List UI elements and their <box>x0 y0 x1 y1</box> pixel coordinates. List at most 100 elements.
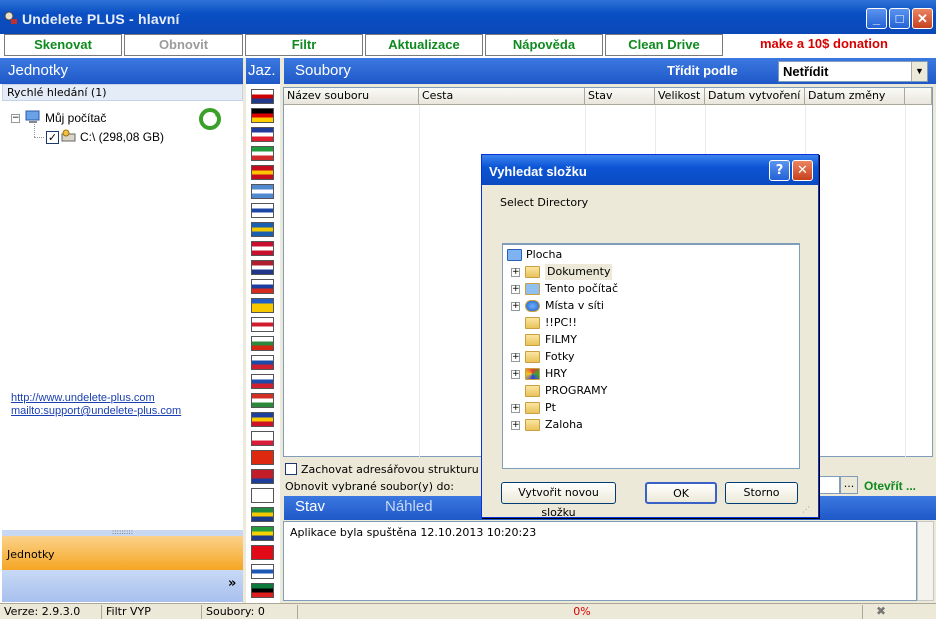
tree-drive-c[interactable]: C:\ (298,08 GB) <box>80 130 164 144</box>
quick-search-tab[interactable]: Rychlé hledání (1) <box>2 84 243 101</box>
tree-item[interactable]: Dokumenty <box>545 264 613 280</box>
drive-checkbox[interactable]: ✓ <box>46 131 59 144</box>
flag-jp-icon[interactable] <box>251 488 274 503</box>
filter-button[interactable]: Filtr <box>245 34 363 56</box>
log-scrollbar[interactable] <box>917 521 934 601</box>
scan-button[interactable]: Skenovat <box>4 34 122 56</box>
tree-my-computer[interactable]: Můj počítač <box>45 111 106 125</box>
resize-grip-icon[interactable]: ⋰ <box>802 505 814 517</box>
tree-item[interactable]: Fotky <box>545 349 574 365</box>
nav-drives-button[interactable]: Jednotky <box>2 536 243 570</box>
sort-select-value: Netřídit <box>783 64 829 79</box>
nav-expand-bar[interactable]: » <box>2 570 243 602</box>
flag-ru-icon[interactable] <box>251 279 274 294</box>
sort-select[interactable]: Netřídit ▼ <box>778 61 928 82</box>
update-button[interactable]: Aktualizace <box>365 34 483 56</box>
language-header: Jaz. <box>246 58 280 84</box>
column-header-path[interactable]: Cesta <box>419 88 585 105</box>
flag-nl-icon[interactable] <box>251 260 274 275</box>
keep-structure-label: Zachovat adresářovou strukturu <box>301 463 479 476</box>
version-label: Verze: 2.9.3.0 <box>0 605 102 619</box>
chevron-double-down-icon[interactable]: » <box>228 576 236 591</box>
flag-fi-icon[interactable] <box>251 203 274 218</box>
refresh-drives-icon[interactable] <box>198 107 222 131</box>
restore-to-label: Obnovit vybrané soubor(y) do: <box>285 480 454 493</box>
tree-item[interactable]: Zaloha <box>545 417 583 433</box>
tree-item[interactable]: PROGRAMY <box>545 383 607 399</box>
flag-za-icon[interactable] <box>251 507 274 522</box>
tree-item[interactable]: Tento počítač <box>545 281 618 297</box>
flag-se-icon[interactable] <box>251 222 274 237</box>
website-link[interactable]: http://www.undelete-plus.com <box>11 392 155 404</box>
flag-bg-icon[interactable] <box>251 336 274 351</box>
stop-icon[interactable]: ✖ <box>873 604 889 618</box>
tree-expand-toggle[interactable]: + <box>511 353 520 362</box>
flag-il-icon[interactable] <box>251 564 274 579</box>
flag-gr-icon[interactable] <box>251 184 274 199</box>
tree-item[interactable]: FILMY <box>545 332 577 348</box>
flag-ro-icon[interactable] <box>251 412 274 427</box>
flag-cz2-icon[interactable] <box>251 317 274 332</box>
flag-de-icon[interactable] <box>251 108 274 123</box>
tree-item[interactable]: Plocha <box>526 247 562 263</box>
chevron-down-icon[interactable]: ▼ <box>911 62 927 81</box>
column-header-created[interactable]: Datum vytvoření <box>705 88 805 105</box>
donation-link[interactable]: make a 10$ donation <box>760 36 888 51</box>
restore-button[interactable]: Obnovit <box>124 34 243 56</box>
tab-status[interactable]: Stav <box>295 498 325 515</box>
flag-pl-icon[interactable] <box>251 431 274 446</box>
tree-item[interactable]: Pt <box>545 400 556 416</box>
tree-item[interactable]: !!PC!! <box>545 315 577 331</box>
tree-item[interactable]: HRY <box>545 366 567 382</box>
tree-expand-toggle[interactable]: + <box>511 404 520 413</box>
flag-dk-icon[interactable] <box>251 241 274 256</box>
tree-expand-toggle[interactable]: + <box>511 285 520 294</box>
support-email-link[interactable]: mailto:support@undelete-plus.com <box>11 405 181 417</box>
column-header-name[interactable]: Název souboru <box>284 88 419 105</box>
open-button[interactable]: Otevřít ... <box>864 479 916 493</box>
log-box: Aplikace byla spuštěna 12.10.2013 10:20:… <box>283 521 917 601</box>
browse-button[interactable]: ... <box>840 476 858 494</box>
column-header-size[interactable]: Velikost <box>655 88 705 105</box>
column-header-modified[interactable]: Datum změny <box>805 88 905 105</box>
tab-preview[interactable]: Náhled <box>385 496 433 518</box>
flag-us-icon[interactable] <box>251 89 274 104</box>
cancel-button[interactable]: Storno <box>725 482 798 504</box>
flag-hu-icon[interactable] <box>251 393 274 408</box>
flag-sk-icon[interactable] <box>251 374 274 389</box>
dialog-close-button[interactable]: ✕ <box>792 160 813 181</box>
restore-path-input[interactable] <box>818 476 840 494</box>
flag-es-icon[interactable] <box>251 165 274 180</box>
log-line: Aplikace byla spuštěna 12.10.2013 10:20:… <box>290 526 537 539</box>
flag-ps-icon[interactable] <box>251 583 274 598</box>
maximize-button[interactable]: □ <box>889 8 910 29</box>
flag-tw-icon[interactable] <box>251 469 274 484</box>
tree-collapse-toggle[interactable]: − <box>11 114 20 123</box>
grid-line <box>905 105 906 457</box>
title-bar: Undelete PLUS - hlavní _ □ ✕ <box>0 0 936 34</box>
ok-button[interactable]: OK <box>645 482 717 504</box>
keep-structure-checkbox[interactable] <box>285 463 297 475</box>
flag-tr-icon[interactable] <box>251 545 274 560</box>
tree-expand-toggle[interactable]: + <box>511 421 520 430</box>
tree-expand-toggle[interactable]: + <box>511 370 520 379</box>
flag-ua-icon[interactable] <box>251 298 274 313</box>
tree-expand-toggle[interactable]: + <box>511 302 520 311</box>
flag-fr-icon[interactable] <box>251 127 274 142</box>
clean-drive-button[interactable]: Clean Drive <box>605 34 723 56</box>
new-folder-button[interactable]: Vytvořit novou složku <box>501 482 616 519</box>
dialog-title-bar: Vyhledat složku <box>482 155 818 185</box>
close-button[interactable]: ✕ <box>912 8 933 29</box>
flag-it-icon[interactable] <box>251 146 274 161</box>
directory-tree[interactable]: Plocha + Dokumenty + Tento počítač + Místa v s… <box>502 243 800 469</box>
tree-expand-toggle[interactable]: + <box>511 268 520 277</box>
flag-br-icon[interactable] <box>251 526 274 541</box>
folder-icon <box>525 317 540 329</box>
dialog-help-button[interactable]: ? <box>769 160 790 181</box>
column-header-status[interactable]: Stav <box>585 88 655 105</box>
flag-cz-icon[interactable] <box>251 355 274 370</box>
help-button[interactable]: Nápověda <box>485 34 603 56</box>
flag-cn-icon[interactable] <box>251 450 274 465</box>
minimize-button[interactable]: _ <box>866 8 887 29</box>
tree-item[interactable]: Místa v síti <box>545 298 604 314</box>
